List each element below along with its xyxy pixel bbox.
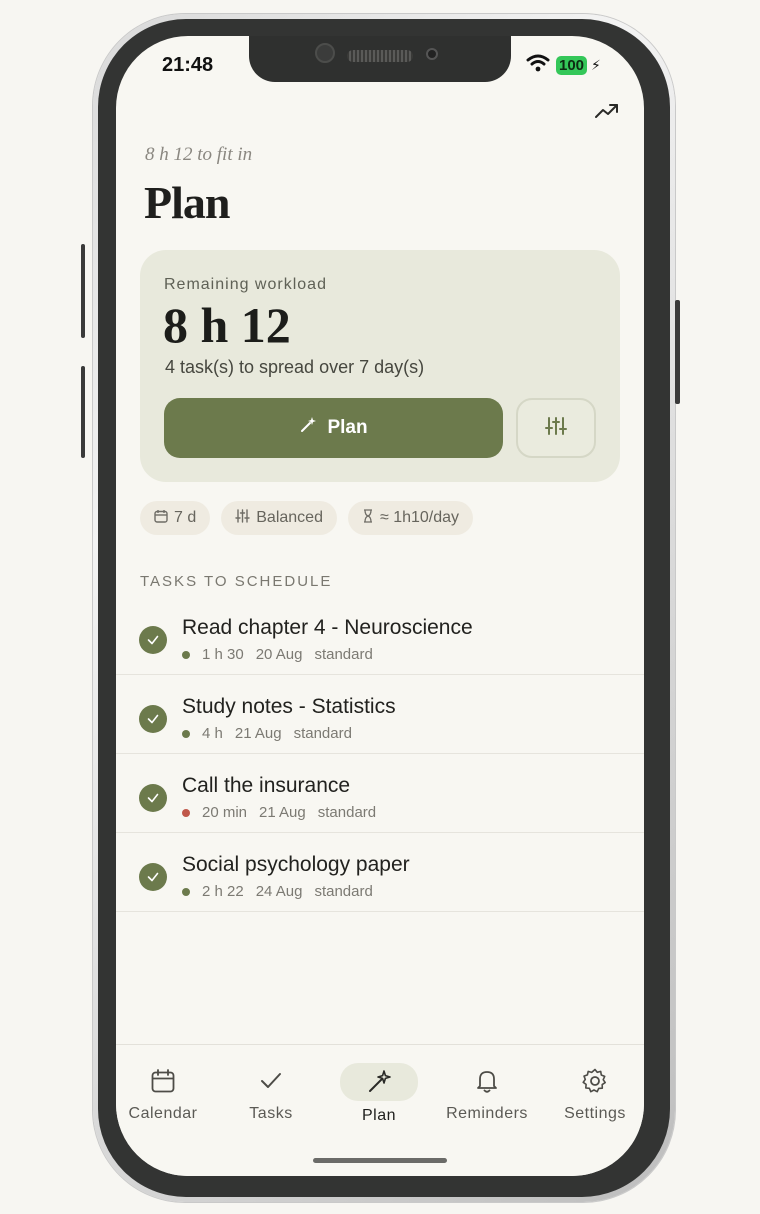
priority-dot <box>182 650 190 659</box>
calendar-icon <box>154 509 168 528</box>
magic-wand-icon <box>299 416 317 440</box>
side-button-left-1 <box>81 244 85 338</box>
task-title: Read chapter 4 - Neuroscience <box>182 616 473 639</box>
task-priority: standard <box>317 804 377 821</box>
home-indicator <box>313 1158 447 1163</box>
app-screen: 21:48 100 ⚡ 8 h 12 to fit in Plan Remain… <box>116 36 644 1176</box>
per-day-chip[interactable]: ≈ 1h10/day <box>347 501 474 535</box>
planning-settings-button[interactable] <box>516 398 596 458</box>
task-date: 21 Aug <box>259 804 306 821</box>
workload-card: Remaining workload 8 h 12 4 task(s) to s… <box>140 250 620 482</box>
phone-mockup: 21:48 100 ⚡ 8 h 12 to fit in Plan Remain… <box>0 0 760 1214</box>
days-chip-label: 7 d <box>174 509 197 526</box>
task-duration: 1 h 30 <box>202 646 244 663</box>
task-priority: standard <box>314 883 373 900</box>
check-icon <box>223 1063 319 1099</box>
task-check-icon[interactable] <box>139 626 167 654</box>
magic-wand-icon <box>340 1063 418 1101</box>
side-button-left-2 <box>81 366 85 458</box>
sensor <box>426 48 438 60</box>
task-row[interactable]: Study notes - Statistics 4 h 21 Aug stan… <box>116 675 644 754</box>
task-row[interactable]: Call the insurance 20 min 21 Aug standar… <box>116 754 644 833</box>
battery-indicator: 100 <box>556 56 588 75</box>
priority-dot <box>182 887 190 896</box>
plan-button[interactable]: Plan <box>164 398 503 458</box>
task-row[interactable]: Read chapter 4 - Neuroscience 1 h 30 20 … <box>116 596 644 675</box>
bell-icon <box>439 1063 535 1099</box>
task-date: 20 Aug <box>255 646 303 663</box>
workload-label: Remaining workload <box>164 276 327 293</box>
tab-reminders-label: Reminders <box>446 1105 528 1122</box>
trend-up-icon[interactable] <box>594 100 620 122</box>
front-camera <box>315 43 335 63</box>
side-button-right <box>675 300 680 404</box>
tab-settings-label: Settings <box>564 1105 626 1122</box>
tab-calendar-label: Calendar <box>128 1105 198 1122</box>
tab-settings[interactable]: Settings <box>547 1063 643 1123</box>
bottom-tab-bar: Calendar Tasks Plan Reminders Settings <box>116 1044 644 1176</box>
earpiece-speaker <box>347 50 413 62</box>
task-row[interactable]: Social psychology paper 2 h 22 24 Aug st… <box>116 833 644 912</box>
page-title: Plan <box>144 177 230 228</box>
task-title: Study notes - Statistics <box>182 695 396 718</box>
task-date: 24 Aug <box>255 883 303 900</box>
task-duration: 2 h 22 <box>202 883 244 900</box>
tab-tasks[interactable]: Tasks <box>223 1063 319 1123</box>
section-title: TASKS TO SCHEDULE <box>140 573 333 590</box>
task-meta: 2 h 22 24 Aug standard <box>182 883 373 900</box>
per-day-chip-label: ≈ 1h10/day <box>379 509 460 526</box>
task-title: Call the insurance <box>182 774 351 797</box>
status-icons: 100 ⚡ <box>526 54 601 77</box>
task-meta: 20 min 21 Aug standard <box>182 804 376 821</box>
priority-dot <box>182 808 190 817</box>
workload-value: 8 h 12 <box>163 297 291 353</box>
task-list: Read chapter 4 - Neuroscience 1 h 30 20 … <box>116 596 644 912</box>
charging-bolt-icon: ⚡ <box>591 57 601 73</box>
task-date: 21 Aug <box>234 725 282 742</box>
task-duration: 20 min <box>202 804 248 821</box>
task-priority: standard <box>293 725 352 742</box>
days-chip[interactable]: 7 d <box>140 501 211 535</box>
priority-dot <box>182 729 190 738</box>
notch <box>249 36 511 82</box>
tab-tasks-label: Tasks <box>249 1105 293 1122</box>
plan-button-label: Plan <box>327 417 368 438</box>
wifi-icon <box>526 54 550 77</box>
workload-description: 4 task(s) to spread over 7 day(s) <box>165 357 425 377</box>
planning-chips: 7 d Balanced ≈ 1h10/day <box>140 501 474 535</box>
task-check-icon[interactable] <box>139 705 167 733</box>
task-meta: 4 h 21 Aug standard <box>182 725 352 742</box>
tab-reminders[interactable]: Reminders <box>439 1063 535 1123</box>
page-subtitle: 8 h 12 to fit in <box>145 144 253 165</box>
mode-chip-label: Balanced <box>256 509 323 526</box>
tab-plan-label: Plan <box>361 1107 397 1124</box>
hourglass-icon <box>362 508 374 528</box>
task-check-icon[interactable] <box>139 784 167 812</box>
tab-plan[interactable]: Plan <box>331 1063 427 1125</box>
task-title: Social psychology paper <box>182 853 410 876</box>
calendar-icon <box>116 1063 211 1099</box>
sliders-icon <box>545 416 567 441</box>
task-check-icon[interactable] <box>139 863 167 891</box>
tab-calendar[interactable]: Calendar <box>116 1063 211 1123</box>
status-time: 21:48 <box>162 54 214 76</box>
task-priority: standard <box>314 646 373 663</box>
gear-icon <box>547 1063 643 1099</box>
task-meta: 1 h 30 20 Aug standard <box>182 646 373 663</box>
sliders-icon <box>235 508 250 528</box>
task-duration: 4 h <box>202 725 223 742</box>
mode-chip[interactable]: Balanced <box>221 501 337 535</box>
